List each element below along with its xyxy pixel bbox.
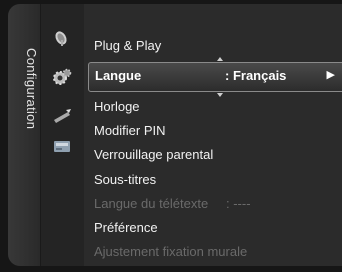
menu-item-ajustement-fixation-murale: Ajustement fixation murale	[94, 243, 247, 261]
menu-item-horloge[interactable]: Horloge	[94, 98, 140, 116]
settings-panel: Configuration Plug & Play Langue: Franç…	[8, 4, 342, 266]
selected-value: : Français	[225, 68, 287, 83]
remote-icon[interactable]	[52, 108, 72, 126]
menu-item-label: Langue du télétexte	[94, 196, 209, 211]
menu-item-label: Ajustement fixation murale	[94, 244, 248, 259]
menu-item-label: Modifier PIN	[94, 123, 166, 138]
menu-list: Plug & Play Langue : Français ▶ Horloge …	[84, 4, 342, 266]
menu-item-label: Plug & Play	[94, 38, 162, 53]
menu-item-verrouillage-parental[interactable]: Verrouillage parental	[94, 146, 213, 164]
menu-item-label: Préférence	[94, 220, 158, 235]
menu-item-langue-teletexte: Langue du télétexte : ----	[94, 195, 251, 213]
card-icon[interactable]	[52, 138, 72, 156]
menu-item-plug-play[interactable]: Plug & Play	[94, 37, 161, 55]
menu-item-langue-selected[interactable]: Langue : Français ▶	[88, 57, 342, 97]
category-label: Configuration	[24, 48, 39, 130]
category-tab[interactable]: Configuration	[8, 4, 41, 266]
menu-item-sous-titres[interactable]: Sous-titres	[94, 171, 156, 189]
scroll-up-caret-icon	[217, 57, 223, 61]
menu-item-label: Sous-titres	[94, 172, 157, 187]
menu-item-preference[interactable]: Préférence	[94, 219, 158, 237]
chevron-right-icon[interactable]: ▶	[327, 68, 335, 81]
gear-icon[interactable]	[52, 68, 72, 86]
scroll-down-caret-icon	[217, 93, 223, 97]
selected-label: Langue	[95, 68, 142, 83]
satellite-dish-icon[interactable]	[52, 29, 72, 47]
menu-item-modifier-pin[interactable]: Modifier PIN	[94, 122, 166, 140]
icon-column	[40, 4, 84, 266]
menu-item-value: : ----	[226, 196, 251, 211]
menu-item-label: Verrouillage parental	[94, 147, 214, 162]
menu-item-label: Horloge	[94, 99, 140, 114]
